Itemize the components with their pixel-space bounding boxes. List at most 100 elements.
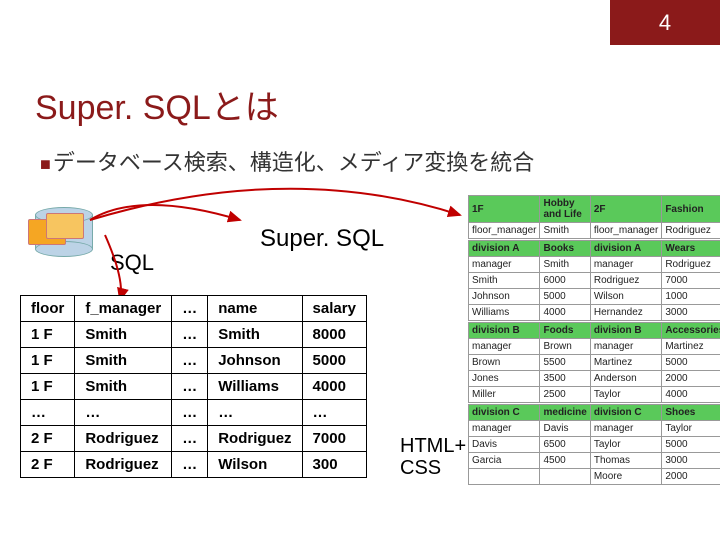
slide-title: Super. SQLとは [35,80,279,129]
emp-name [469,469,540,485]
emp-salary: 2000 [662,371,720,387]
page-number: 4 [610,0,720,45]
emp-salary: 7000 [662,273,720,289]
emp-name: Jones [469,371,540,387]
div-mgr: Smith [540,257,590,273]
table-cell: … [172,400,208,426]
division-label: division A [469,241,540,257]
div-mgr-label: manager [590,421,661,437]
emp-salary: 3000 [662,453,720,469]
emp-name: Anderson [590,371,661,387]
emp-name: Davis [469,437,540,453]
structured-output-panel: 1FHobby and Life2FFashionfloor_managerSm… [468,195,708,485]
emp-name: Martinez [590,355,661,371]
table-row: 1 FSmith…Johnson5000 [21,348,367,374]
table-cell: Smith [75,374,172,400]
table-cell: Rodriguez [75,452,172,478]
table-cell: 1 F [21,374,75,400]
division-label: division A [590,241,661,257]
div-mgr: Brown [540,339,590,355]
div-mgr-label: manager [590,339,661,355]
div-mgr-label: manager [469,421,540,437]
division-name: medicine [540,405,590,421]
emp-name: Taylor [590,437,661,453]
div-mgr: Davis [540,421,590,437]
emp-salary: 6000 [540,273,590,289]
floor-mgr: Rodriguez [662,223,720,239]
table-cell: Smith [208,322,302,348]
emp-salary: 5000 [662,355,720,371]
table-cell: Rodriguez [75,426,172,452]
table-header: … [172,296,208,322]
division-label: division C [469,405,540,421]
emp-name: Moore [590,469,661,485]
bullet-text: データベース検索、構造化、メディア変換を統合 [53,150,534,175]
table-cell: 1 F [21,322,75,348]
table-header: name [208,296,302,322]
supersql-label: Super. SQL [260,225,384,253]
division-name: Books [540,241,590,257]
sql-label: SQL [110,250,154,276]
table-header: f_manager [75,296,172,322]
emp-salary: 6500 [540,437,590,453]
div-mgr-label: manager [469,257,540,273]
emp-name: Rodriguez [590,273,661,289]
floor-desc: Fashion [662,196,720,223]
table-cell: Rodriguez [208,426,302,452]
floor-mgr-label: floor_manager [590,223,661,239]
division-name: Wears [662,241,720,257]
emp-name: Garcia [469,453,540,469]
table-cell: Smith [75,322,172,348]
table-row: 1 FSmith…Smith8000 [21,322,367,348]
table-cell: … [302,400,366,426]
table-header: floor [21,296,75,322]
emp-name: Miller [469,387,540,403]
table-cell: Johnson [208,348,302,374]
table-cell: 300 [302,452,366,478]
table-row: 2 FRodriguez…Wilson300 [21,452,367,478]
emp-salary: 5000 [662,437,720,453]
division-name: Shoes [662,405,720,421]
emp-salary: 4000 [540,305,590,321]
table-row: 1 FSmith…Williams4000 [21,374,367,400]
table-cell: … [172,426,208,452]
table-cell: 1 F [21,348,75,374]
emp-name: Hernandez [590,305,661,321]
table-cell: 2 F [21,452,75,478]
div-mgr-label: manager [469,339,540,355]
floor-mgr-label: floor_manager [469,223,540,239]
floor-mgr: Smith [540,223,590,239]
html-css-label: HTML+ CSS [400,435,466,479]
bullet-line: ■データベース検索、構造化、メディア変換を統合 [40,145,534,177]
emp-name: Williams [469,305,540,321]
table-cell: … [208,400,302,426]
table-cell: 7000 [302,426,366,452]
table-cell: Smith [75,348,172,374]
emp-salary: 3000 [662,305,720,321]
div-mgr: Martinez [662,339,720,355]
div-mgr: Rodriguez [662,257,720,273]
division-label: division B [469,323,540,339]
table-cell: … [75,400,172,426]
table-header: salary [302,296,366,322]
emp-name: Smith [469,273,540,289]
table-cell: … [21,400,75,426]
division-name: Foods [540,323,590,339]
emp-name: Brown [469,355,540,371]
table-cell: … [172,374,208,400]
htmlcss-line2: CSS [400,457,441,479]
table-cell: 4000 [302,374,366,400]
table-cell: Wilson [208,452,302,478]
emp-salary: 4000 [662,387,720,403]
emp-salary [540,469,590,485]
table-cell: … [172,348,208,374]
division-label: division B [590,323,661,339]
table-cell: 8000 [302,322,366,348]
div-mgr: Taylor [662,421,720,437]
emp-name: Thomas [590,453,661,469]
table-cell: Williams [208,374,302,400]
division-name: Accessories [662,323,720,339]
table-cell: … [172,322,208,348]
floor-label: 2F [590,196,661,223]
database-icon [28,195,100,265]
